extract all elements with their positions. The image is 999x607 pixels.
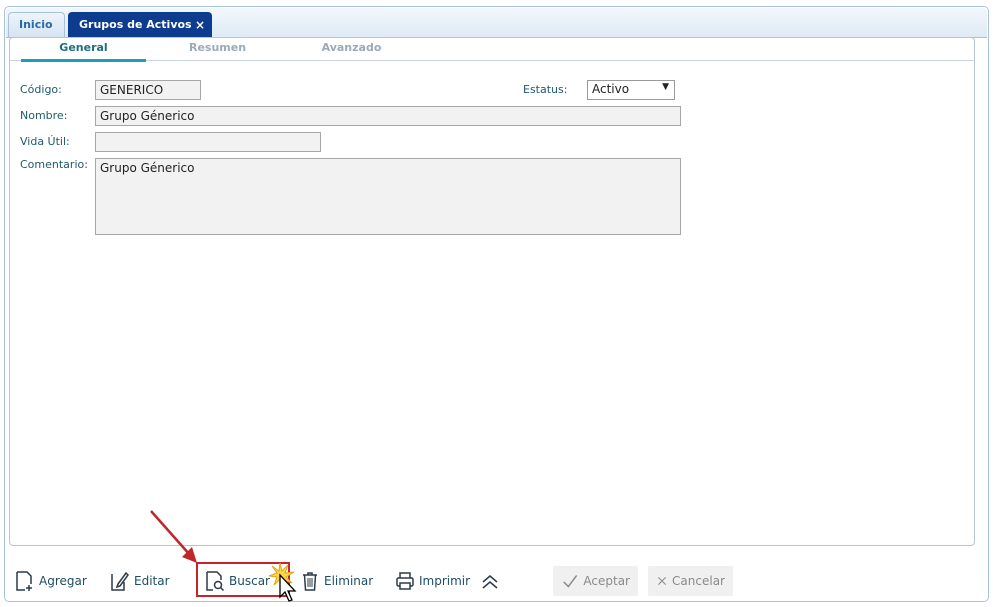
subtab-general[interactable]: General <box>21 41 146 62</box>
agregar-label: Agregar <box>39 574 87 588</box>
mouse-cursor-icon <box>268 563 297 602</box>
imprimir-button[interactable]: Imprimir <box>395 566 470 596</box>
aceptar-button[interactable]: Aceptar <box>553 566 638 596</box>
nombre-input[interactable] <box>95 106 681 126</box>
estatus-value: Activo <box>592 82 630 96</box>
checkmark-icon <box>563 575 578 588</box>
expand-toolbar-button[interactable] <box>480 566 504 596</box>
editar-button[interactable]: Editar <box>110 566 170 596</box>
buscar-label: Buscar <box>229 574 270 588</box>
comentario-label: Comentario: <box>20 158 88 171</box>
subtab-resumen[interactable]: Resumen <box>155 41 280 59</box>
vida-util-label: Vida Útil: <box>20 135 70 148</box>
close-icon[interactable]: × <box>195 13 205 37</box>
caret-down-icon: ▼ <box>662 82 669 92</box>
imprimir-label: Imprimir <box>419 574 471 588</box>
add-page-icon <box>16 571 32 591</box>
comentario-textarea[interactable]: Grupo Génerico <box>95 158 681 235</box>
subtab-avanzado[interactable]: Avanzado <box>289 41 414 59</box>
eliminar-button[interactable]: Eliminar <box>300 566 373 596</box>
printer-icon <box>396 572 414 590</box>
subtab-bar: General Resumen Avanzado <box>10 38 974 62</box>
cancelar-button[interactable]: Cancelar <box>648 566 733 596</box>
search-page-icon <box>206 571 225 592</box>
codigo-input[interactable] <box>95 80 201 100</box>
agregar-button[interactable]: Agregar <box>15 566 87 596</box>
nombre-label: Nombre: <box>20 109 68 122</box>
estatus-label: Estatus: <box>523 83 568 96</box>
tab-grupos-label: Grupos de Activos <box>79 18 192 31</box>
vida-util-input[interactable] <box>95 132 321 152</box>
eliminar-label: Eliminar <box>324 574 374 588</box>
codigo-label: Código: <box>20 83 62 96</box>
buscar-button[interactable]: Buscar <box>205 566 270 596</box>
tab-inicio[interactable]: Inicio <box>8 12 65 37</box>
tab-grupos-de-activos[interactable]: Grupos de Activos × <box>68 12 212 37</box>
aceptar-label: Aceptar <box>583 574 630 588</box>
tab-bar: Inicio Grupos de Activos × <box>6 8 987 38</box>
double-chevron-up-icon <box>482 575 498 589</box>
close-x-icon <box>658 577 666 585</box>
annotation-arrow-icon <box>150 510 197 563</box>
trash-icon <box>303 572 317 591</box>
estatus-select[interactable]: Activo ▼ <box>587 80 675 100</box>
edit-page-icon <box>111 571 129 591</box>
editar-label: Editar <box>134 574 170 588</box>
cancelar-label: Cancelar <box>672 574 725 588</box>
